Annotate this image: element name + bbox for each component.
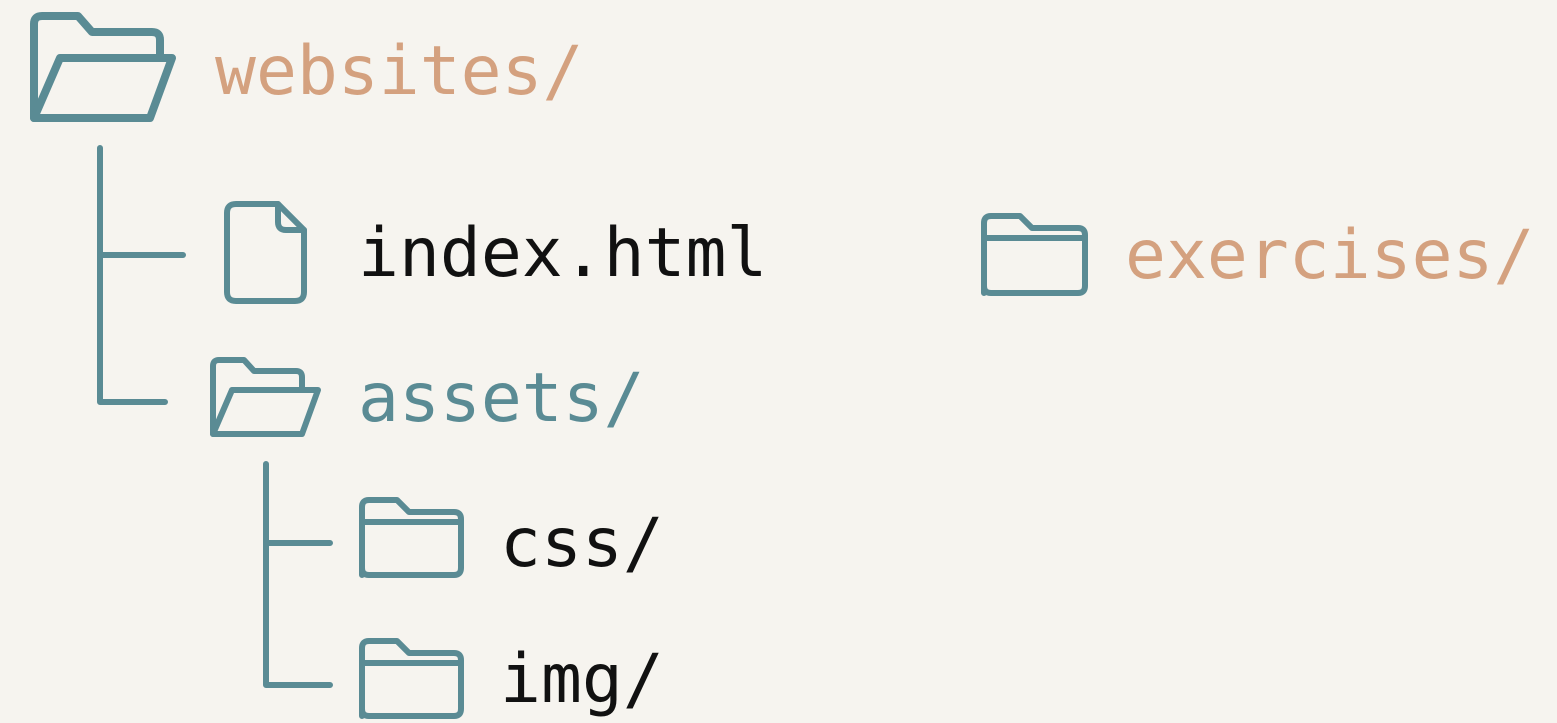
folder-icon bbox=[359, 497, 464, 578]
folder-structure-diagram: websites/ index.html assets/ css/ img/ e… bbox=[0, 0, 1557, 723]
index-file-label: index.html bbox=[358, 214, 768, 293]
css-folder-label: css/ bbox=[500, 504, 664, 583]
root-folder-label: websites/ bbox=[215, 32, 584, 111]
root-connector bbox=[97, 145, 186, 405]
assets-folder-label: assets/ bbox=[358, 359, 645, 438]
img-folder-label: img/ bbox=[500, 640, 664, 719]
file-icon bbox=[224, 201, 307, 304]
folder-icon bbox=[359, 638, 464, 719]
folder-open-icon bbox=[30, 12, 176, 122]
folder-icon bbox=[981, 213, 1088, 296]
assets-connector bbox=[263, 461, 333, 688]
exercises-folder-label: exercises/ bbox=[1125, 216, 1535, 295]
folder-open-icon bbox=[210, 357, 321, 437]
